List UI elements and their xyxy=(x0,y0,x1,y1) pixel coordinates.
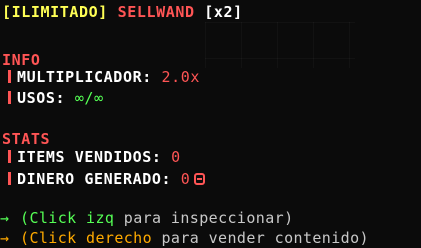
red-bar-marker xyxy=(8,70,11,83)
info-header: INFO xyxy=(2,51,41,69)
background-inventory-grid xyxy=(205,22,355,68)
tooltip-title: [ILIMITADO] SELLWAND [x2] xyxy=(2,3,243,21)
coin-icon xyxy=(194,173,206,185)
items-vendidos-value: 0 xyxy=(171,148,181,166)
dinero-generado-row: DINERO GENERADO: 0 xyxy=(0,170,206,188)
left-click-hint: → (Click izq para inspeccionar) xyxy=(0,209,294,227)
dinero-generado-label: DINERO GENERADO: xyxy=(17,170,172,188)
red-bar-marker xyxy=(8,172,11,185)
arrow-right-icon: → xyxy=(0,209,10,227)
title-multiplier-tag: [x2] xyxy=(204,3,243,21)
usos-value: ∞/∞ xyxy=(74,89,104,107)
left-click-text: para inspeccionar) xyxy=(114,209,294,227)
red-bar-marker xyxy=(8,91,11,104)
right-click-key: Click derecho xyxy=(29,229,153,247)
multiplicador-value: 2.0x xyxy=(161,68,201,86)
arrow-right-icon: → xyxy=(0,229,10,247)
items-vendidos-label: ITEMS VENDIDOS: xyxy=(17,148,162,166)
right-click-hint: → (Click derecho para vender contenido) xyxy=(0,229,369,247)
red-bar-marker xyxy=(8,150,11,163)
left-click-key: Click izq xyxy=(29,209,115,227)
dinero-generado-value: 0 xyxy=(180,170,191,188)
item-tooltip: [ILIMITADO] SELLWAND [x2] INFO MULTIPLIC… xyxy=(0,0,421,248)
multiplicador-label: MULTIPLICADOR: xyxy=(17,68,152,86)
multiplicador-row: MULTIPLICADOR: 2.0x xyxy=(0,68,200,86)
stats-header: STATS xyxy=(2,130,51,148)
title-tag: [ILIMITADO] xyxy=(2,3,108,21)
items-vendidos-row: ITEMS VENDIDOS: 0 xyxy=(0,148,181,166)
right-click-text: para vender contenido) xyxy=(152,229,369,247)
usos-label: USOS: xyxy=(17,89,66,107)
usos-row: USOS: ∞/∞ xyxy=(0,89,104,107)
title-item-name: SELLWAND xyxy=(117,3,195,21)
